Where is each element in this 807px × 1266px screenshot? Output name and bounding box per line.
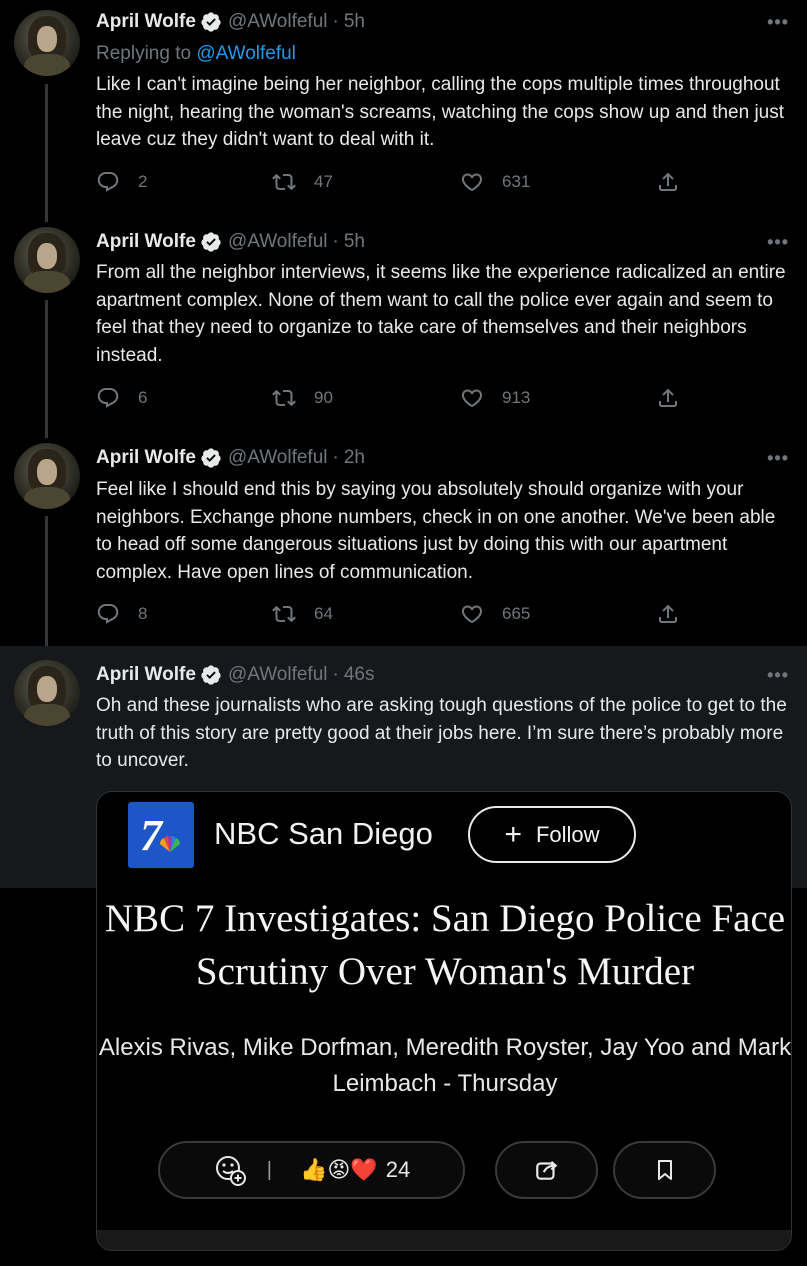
peacock-icon xyxy=(159,836,181,852)
verified-badge-icon xyxy=(201,448,221,468)
reply-count: 8 xyxy=(138,604,148,623)
retweet-icon xyxy=(272,173,296,191)
outlet-name: NBC San Diego xyxy=(214,816,433,851)
like-count: 665 xyxy=(502,604,531,623)
heart-icon xyxy=(461,605,483,624)
tweet-actions: 8 64 665 xyxy=(96,602,686,630)
tweet[interactable]: April Wolfe @AWolfeful · 2h ••• Feel lik… xyxy=(0,433,807,646)
tweet-header: April Wolfe @AWolfeful · 5h xyxy=(96,11,365,33)
reply-icon xyxy=(97,604,119,624)
share-icon xyxy=(659,388,677,407)
verified-badge-icon xyxy=(201,12,221,32)
article-byline: Alexis Rivas, Mike Dorfman, Meredith Roy… xyxy=(98,1034,792,1097)
more-options-icon[interactable]: ••• xyxy=(767,232,789,253)
reaction-count: 24 xyxy=(385,1157,411,1182)
nbc-7-logo: 7 xyxy=(128,802,194,868)
like-button[interactable]: 631 xyxy=(460,170,530,194)
tweet-actions: 6 90 913 xyxy=(96,386,686,414)
reply-icon xyxy=(97,172,119,192)
add-reaction-icon xyxy=(215,1156,246,1186)
bookmark-icon xyxy=(657,1160,672,1180)
separator-dot: · xyxy=(332,11,339,32)
card-share-button[interactable] xyxy=(495,1141,598,1199)
like-count: 631 xyxy=(502,172,531,191)
separator-dot: · xyxy=(332,447,339,468)
author-name[interactable]: April Wolfe xyxy=(96,447,196,469)
like-count: 913 xyxy=(502,388,531,407)
tweet-header: April Wolfe @AWolfeful · 2h xyxy=(96,447,365,469)
retweet-button[interactable]: 90 xyxy=(272,386,333,410)
verified-badge-icon xyxy=(201,232,221,252)
author-name[interactable]: April Wolfe xyxy=(96,11,196,33)
avatar[interactable] xyxy=(14,443,80,509)
article-preview-image[interactable]: 7 NBC San Diego + Follow NBC 7 Investiga… xyxy=(96,791,792,1251)
reply-icon xyxy=(97,388,119,408)
share-icon xyxy=(659,172,677,191)
author-handle[interactable]: @AWolfeful xyxy=(228,664,328,686)
tweet-text: Oh and these journalists who are asking … xyxy=(96,695,787,771)
separator-dot: · xyxy=(332,231,339,252)
author-handle[interactable]: @AWolfeful xyxy=(228,447,328,469)
author-name[interactable]: April Wolfe xyxy=(96,231,196,253)
share-icon xyxy=(659,604,677,623)
replying-to-handle-link[interactable]: @AWolfeful xyxy=(196,43,296,64)
heart-icon xyxy=(461,389,483,408)
reply-count: 2 xyxy=(138,172,148,191)
card-save-button[interactable] xyxy=(613,1141,716,1199)
share-button[interactable] xyxy=(656,386,698,410)
retweet-icon xyxy=(272,389,296,407)
tweet-header: April Wolfe @AWolfeful · 5h xyxy=(96,231,365,253)
tweet[interactable]: April Wolfe @AWolfeful · 5h ••• Replying… xyxy=(0,0,807,217)
tweet-text: Feel like I should end this by saying yo… xyxy=(96,479,776,583)
card-bottom-bar xyxy=(97,1230,791,1250)
replying-to-label: Replying to xyxy=(96,43,192,64)
reply-button[interactable]: 8 xyxy=(96,602,147,626)
avatar[interactable] xyxy=(14,227,80,293)
more-options-icon[interactable]: ••• xyxy=(767,12,789,33)
more-options-icon[interactable]: ••• xyxy=(767,448,789,469)
follow-button[interactable]: + Follow xyxy=(468,806,636,863)
tweet-actions: 2 47 631 xyxy=(96,170,686,198)
share-button[interactable] xyxy=(656,602,698,626)
replying-to: Replying to @AWolfeful xyxy=(96,43,296,65)
more-options-icon[interactable]: ••• xyxy=(767,665,789,686)
reply-button[interactable]: 2 xyxy=(96,170,147,194)
author-name[interactable]: April Wolfe xyxy=(96,664,196,686)
retweet-button[interactable]: 47 xyxy=(272,170,333,194)
avatar[interactable] xyxy=(14,10,80,76)
reactions-pill[interactable]: | 👍😡❤️ 24 xyxy=(158,1141,465,1199)
follow-label: Follow xyxy=(535,821,600,847)
retweet-count: 47 xyxy=(314,172,333,191)
retweet-count: 90 xyxy=(314,388,333,407)
share-button[interactable] xyxy=(656,170,698,194)
verified-badge-icon xyxy=(201,665,221,685)
avatar[interactable] xyxy=(14,660,80,726)
share-arrow-icon xyxy=(535,1161,557,1180)
tweet-time[interactable]: 5h xyxy=(344,11,365,33)
reaction-emojis: 👍😡❤️ xyxy=(299,1157,378,1182)
separator-dot: · xyxy=(332,664,339,685)
tweet-header: April Wolfe @AWolfeful · 46s xyxy=(96,664,374,686)
tweet-time[interactable]: 2h xyxy=(344,447,365,469)
plus-icon: + xyxy=(504,817,522,851)
like-button[interactable]: 913 xyxy=(460,386,530,410)
tweet-text: Like I can't imagine being her neighbor,… xyxy=(96,74,785,150)
tweet[interactable]: April Wolfe @AWolfeful · 5h ••• From all… xyxy=(0,217,807,433)
retweet-count: 64 xyxy=(314,604,333,623)
reply-count: 6 xyxy=(138,388,148,407)
tweet-text: From all the neighbor interviews, it see… xyxy=(96,262,786,366)
article-headline: NBC 7 Investigates: San Diego Police Fac… xyxy=(104,897,786,993)
tweet-time[interactable]: 5h xyxy=(344,231,365,253)
reaction-separator: | xyxy=(266,1158,272,1181)
tweet-time[interactable]: 46s xyxy=(344,664,375,686)
like-button[interactable]: 665 xyxy=(460,602,530,626)
retweet-icon xyxy=(272,605,296,623)
heart-icon xyxy=(461,173,483,192)
reply-button[interactable]: 6 xyxy=(96,386,147,410)
retweet-button[interactable]: 64 xyxy=(272,602,333,626)
author-handle[interactable]: @AWolfeful xyxy=(228,11,328,33)
author-handle[interactable]: @AWolfeful xyxy=(228,231,328,253)
